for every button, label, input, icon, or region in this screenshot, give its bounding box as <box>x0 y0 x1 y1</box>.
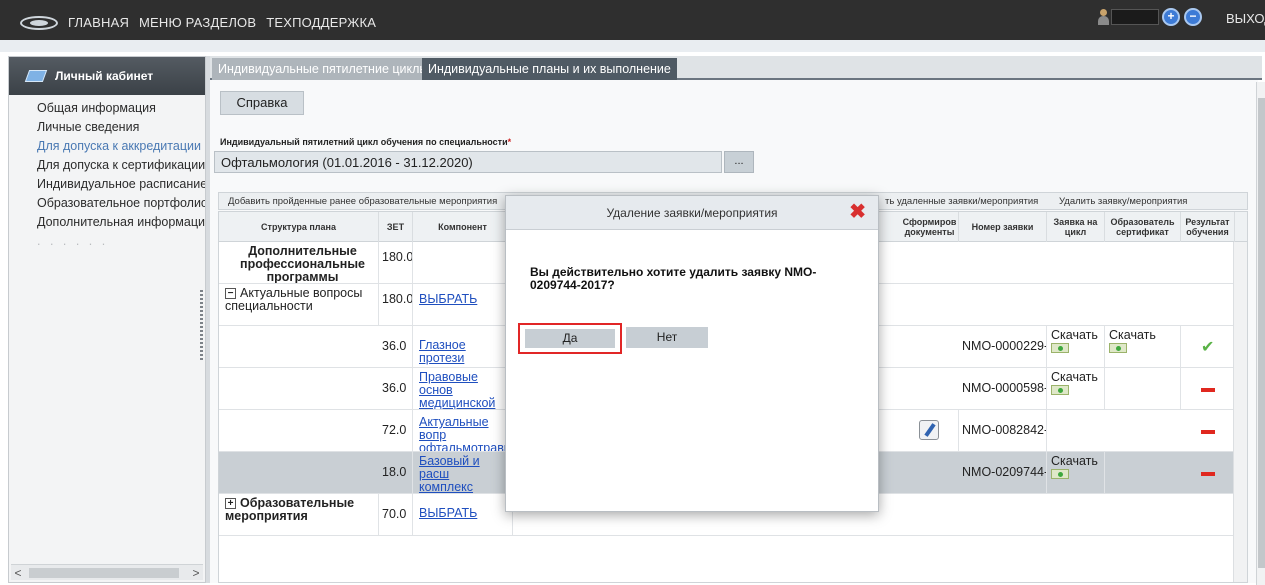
no-button[interactable]: Нет <box>626 327 708 348</box>
dialog-header: Удаление заявки/мероприятия ✖ <box>506 196 878 230</box>
modal-layer: Удаление заявки/мероприятия ✖ Вы действи… <box>0 0 1265 585</box>
confirm-yes-highlight[interactable]: Да <box>518 323 622 354</box>
dialog-title: Удаление заявки/мероприятия <box>606 206 778 220</box>
delete-confirm-dialog: Удаление заявки/мероприятия ✖ Вы действи… <box>505 195 879 512</box>
dialog-message: Вы действительно хотите удалить заявку N… <box>530 265 817 292</box>
close-icon[interactable]: ✖ <box>849 202 866 222</box>
yes-button[interactable]: Да <box>525 329 615 348</box>
